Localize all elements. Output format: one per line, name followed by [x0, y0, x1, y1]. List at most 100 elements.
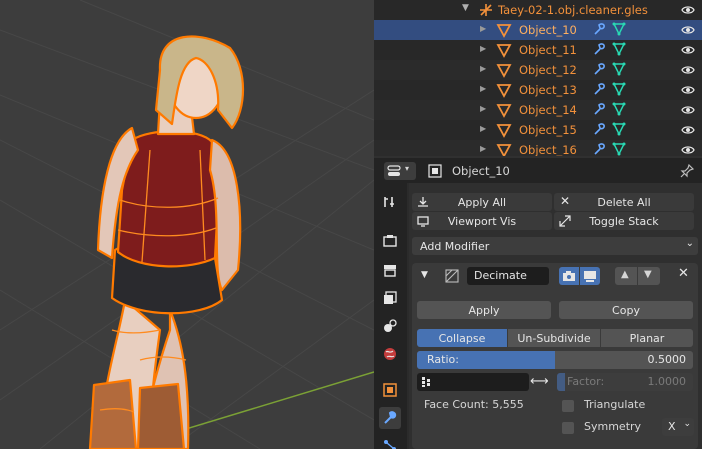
outliner-item[interactable]: ▶ Object_16 [374, 140, 702, 156]
outliner-panel[interactable]: ▼ Taey-02-1.obj.cleaner.gles ▶ Object_10 ▶… [374, 0, 702, 156]
arrow-up-icon: ▲ [621, 269, 629, 280]
mesh-data-icon[interactable] [612, 102, 626, 116]
copy-label: Copy [612, 303, 640, 317]
copy-button[interactable]: Copy [559, 301, 693, 319]
symmetry-checkbox[interactable] [562, 422, 574, 434]
move-up-button[interactable]: ▲ [615, 267, 637, 285]
outliner-item[interactable]: ▶ Object_14 [374, 100, 702, 120]
expand-arrow-icon[interactable]: ▶ [480, 84, 486, 93]
mesh-data-icon[interactable] [612, 122, 626, 136]
wrench-icon[interactable] [593, 102, 607, 116]
wrench-icon[interactable] [593, 122, 607, 136]
viewport-vis-label: Viewport Vis [447, 214, 517, 228]
tab-particles[interactable] [379, 435, 401, 449]
outliner-item-label: Object_11 [519, 43, 577, 57]
move-down-button[interactable]: ▼ [638, 267, 660, 285]
outliner-item[interactable]: ▶ Object_10 [374, 20, 702, 40]
particles-icon [384, 440, 396, 449]
wrench-icon[interactable] [593, 82, 607, 96]
wrench-icon[interactable] [593, 62, 607, 76]
pin-icon[interactable] [680, 164, 694, 178]
object-icon [383, 383, 397, 397]
toggle-stack-button[interactable]: Toggle Stack [554, 212, 694, 230]
mode-label: Planar [629, 331, 665, 345]
tab-view-layer[interactable] [379, 287, 401, 309]
tab-tool[interactable] [379, 191, 401, 213]
factor-slider[interactable]: Factor: 1.0000 [557, 373, 693, 391]
world-icon [384, 348, 396, 360]
editor-type-button[interactable]: ▾ [384, 162, 416, 180]
ratio-slider[interactable]: Ratio: 0.5000 [417, 351, 693, 369]
visibility-eye-icon[interactable] [681, 23, 695, 37]
panel-collapse-icon[interactable]: ▼ [421, 270, 428, 280]
expand-arrow-icon[interactable]: ▶ [480, 64, 486, 73]
visibility-eye-icon[interactable] [681, 83, 695, 97]
apply-all-button[interactable]: Apply All [412, 193, 552, 211]
tab-modifier[interactable] [379, 407, 401, 429]
add-modifier-dropdown[interactable]: Add Modifier ⌄ [412, 237, 698, 255]
outliner-item[interactable]: ▶ Object_13 [374, 80, 702, 100]
properties-panel[interactable]: ▾ Object_10 Apply All ✕ Delete All Viewp… [374, 158, 702, 449]
expand-arrow-icon[interactable]: ▶ [480, 104, 486, 113]
visibility-eye-icon[interactable] [681, 63, 695, 77]
visibility-eye-icon[interactable] [681, 143, 695, 156]
expand-arrow-icon[interactable]: ▶ [480, 44, 486, 53]
mesh-data-icon[interactable] [612, 142, 626, 156]
mesh-object-icon [496, 124, 512, 138]
delete-all-button[interactable]: ✕ Delete All [554, 193, 694, 211]
invert-arrows-icon[interactable]: ⟷ [530, 374, 549, 389]
mesh-data-icon[interactable] [612, 82, 626, 96]
collapse-arrow-icon[interactable]: ▼ [462, 3, 469, 13]
decimate-icon [445, 269, 459, 283]
wrench-icon[interactable] [593, 42, 607, 56]
outliner-item[interactable]: ▶ Object_11 [374, 40, 702, 60]
outliner-item[interactable]: ▶ Object_15 [374, 120, 702, 140]
output-icon [384, 265, 396, 277]
mode-button-planar[interactable]: Planar [601, 329, 693, 347]
apply-button[interactable]: Apply [417, 301, 551, 319]
mesh-data-icon[interactable] [612, 62, 626, 76]
expand-arrow-icon[interactable]: ▶ [480, 124, 486, 133]
factor-value: 1.0000 [647, 375, 687, 388]
apply-all-label: Apply All [457, 195, 507, 209]
ratio-label: Ratio: [427, 353, 459, 366]
viewport-vis-button[interactable]: Viewport Vis [412, 212, 552, 230]
chevron-down-icon: ▾ [405, 164, 410, 173]
3d-viewport[interactable] [0, 0, 374, 449]
tab-output[interactable] [379, 259, 401, 281]
modifier-name-field[interactable]: Decimate [467, 267, 549, 285]
outliner-item[interactable]: ▶ Object_12 [374, 60, 702, 80]
tab-world[interactable] [379, 343, 401, 365]
modifier-name-value: Decimate [474, 269, 527, 282]
visibility-eye-icon[interactable] [681, 123, 695, 137]
triangulate-checkbox[interactable] [562, 400, 574, 412]
properties-editor-icon [387, 165, 401, 176]
wrench-icon[interactable] [593, 22, 607, 36]
delete-all-label: Delete All [597, 195, 651, 209]
symmetry-axis-dropdown[interactable]: X ⌄ [662, 418, 694, 436]
render-icon [383, 235, 397, 247]
visibility-eye-icon[interactable] [681, 103, 695, 117]
object-data-icon [428, 164, 442, 178]
tab-render[interactable] [379, 230, 401, 252]
expand-arrow-icon[interactable]: ▶ [480, 24, 486, 33]
tab-scene[interactable] [379, 315, 401, 337]
mesh-object-icon [496, 44, 512, 58]
mode-button-collapse[interactable]: Collapse [417, 329, 507, 347]
wrench-icon[interactable] [593, 142, 607, 156]
vertex-group-field[interactable] [417, 373, 529, 391]
mesh-data-icon[interactable] [612, 22, 626, 36]
viewport-scene [0, 0, 374, 449]
selected-mesh[interactable] [88, 35, 245, 449]
outliner-item-label: Object_14 [519, 103, 577, 117]
outliner-parent-row[interactable]: ▼ Taey-02-1.obj.cleaner.gles [374, 0, 702, 20]
mode-button-un-subdivide[interactable]: Un-Subdivide [508, 329, 600, 347]
remove-modifier-icon[interactable]: ✕ [678, 266, 689, 281]
visibility-eye-icon[interactable] [681, 3, 695, 17]
viewport-toggle-button[interactable] [580, 267, 600, 285]
expand-arrow-icon[interactable]: ▶ [480, 144, 486, 153]
visibility-eye-icon[interactable] [681, 43, 695, 57]
mesh-data-icon[interactable] [612, 42, 626, 56]
render-toggle-button[interactable] [559, 267, 579, 285]
tab-object[interactable] [379, 379, 401, 401]
